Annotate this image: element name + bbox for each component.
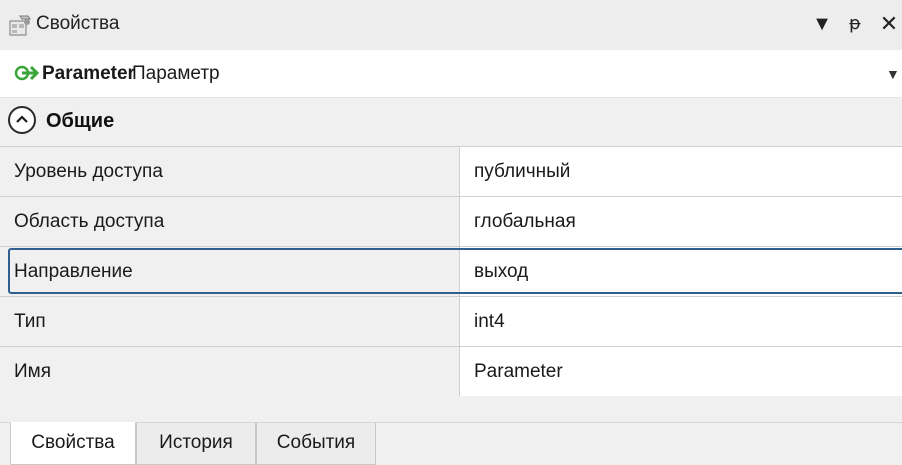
tab-history[interactable]: История <box>136 423 256 465</box>
property-value[interactable]: выход <box>460 247 902 296</box>
section-title: Общие <box>46 110 115 132</box>
property-row-direction[interactable]: Направление выход <box>0 246 902 296</box>
property-value[interactable]: публичный <box>460 147 902 196</box>
bottom-tab-strip: Свойства История События <box>0 422 902 465</box>
property-name: Тип <box>0 297 460 346</box>
property-name: Имя <box>0 347 460 396</box>
property-value[interactable]: Parameter <box>460 347 902 396</box>
panel-title: Свойства <box>36 13 120 34</box>
property-value[interactable]: глобальная <box>460 197 902 246</box>
property-row-name[interactable]: Имя Parameter <box>0 346 902 396</box>
properties-icon <box>9 15 31 36</box>
property-name: Область доступа <box>0 197 460 246</box>
tab-events[interactable]: События <box>256 423 376 465</box>
pin-icon[interactable]: ᵽ <box>843 10 867 38</box>
property-row-type[interactable]: Тип int4 <box>0 296 902 346</box>
property-row-access-level[interactable]: Уровень доступа публичный <box>0 146 902 196</box>
property-row-access-scope[interactable]: Область доступа глобальная <box>0 196 902 246</box>
selected-object-name: Parameter <box>42 63 135 84</box>
object-selector[interactable]: Parameter Параметр ▼ <box>0 50 902 98</box>
selector-dropdown-icon[interactable]: ▼ <box>886 66 900 82</box>
property-name: Направление <box>0 247 460 296</box>
property-name: Уровень доступа <box>0 147 460 196</box>
property-value[interactable]: int4 <box>460 297 902 346</box>
property-grid: Уровень доступа публичный Область доступ… <box>0 146 902 396</box>
tab-properties[interactable]: Свойства <box>10 422 136 465</box>
close-icon[interactable]: ✕ <box>877 10 901 38</box>
collapse-up-icon[interactable] <box>8 106 36 134</box>
panel-titlebar: Свойства ▼ ᵽ ✕ <box>0 0 902 50</box>
selected-object-type: Параметр <box>132 63 220 84</box>
section-general-header[interactable]: Общие <box>0 98 902 146</box>
green-arrow-right-icon <box>14 65 40 81</box>
window-options-dropdown-icon[interactable]: ▼ <box>810 10 834 38</box>
